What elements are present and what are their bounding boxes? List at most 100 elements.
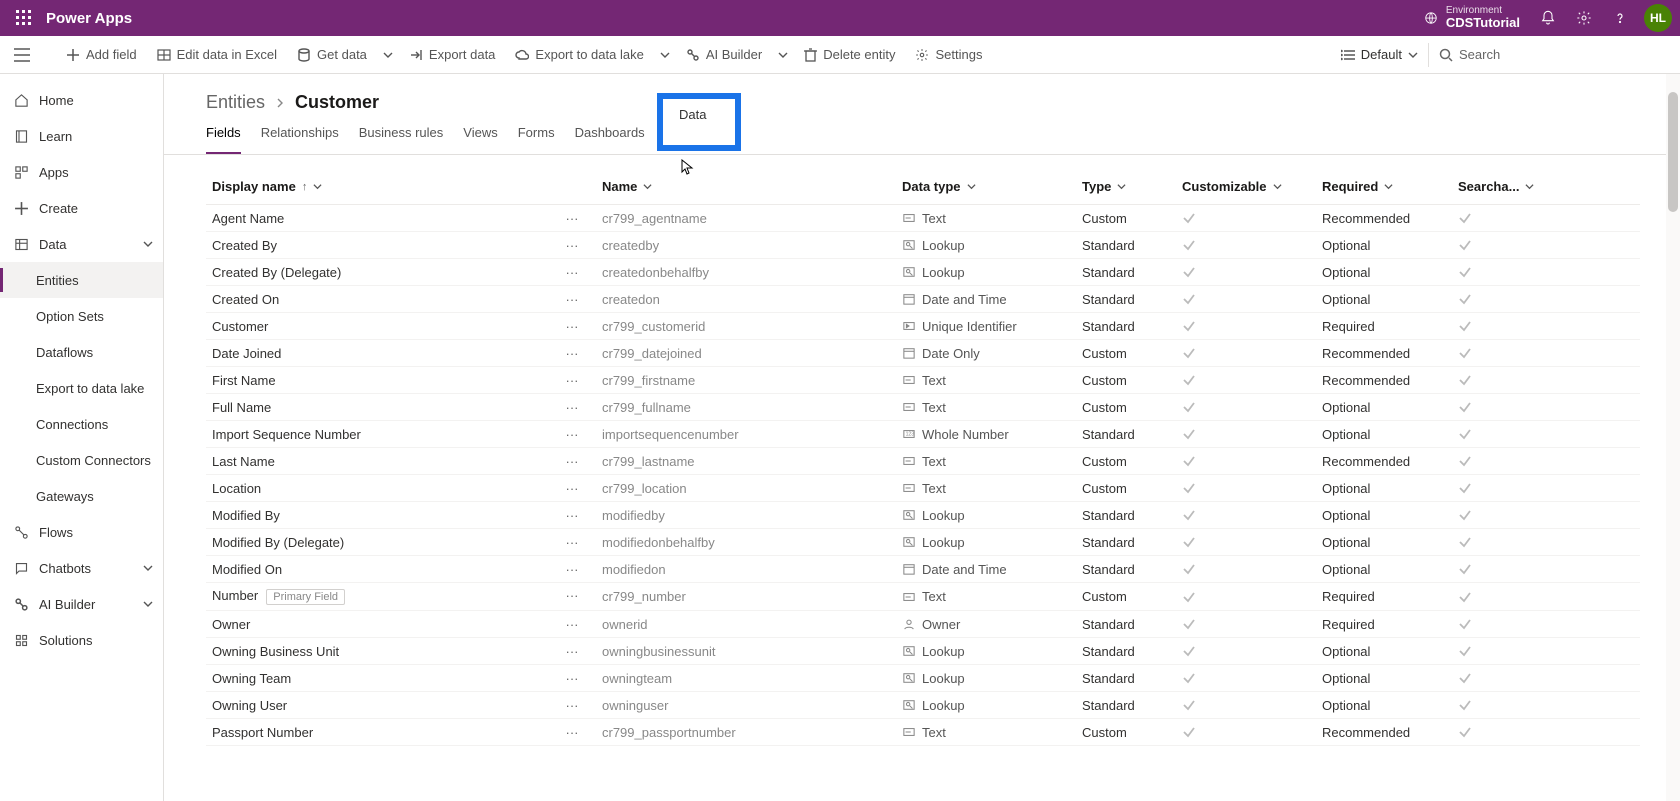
nav-custom-connectors[interactable]: Custom Connectors — [0, 442, 163, 478]
edit-data-excel-button[interactable]: Edit data in Excel — [147, 36, 287, 73]
table-row[interactable]: Import Sequence Number···importsequencen… — [206, 421, 1640, 448]
nav-collapse-button[interactable] — [0, 36, 44, 74]
row-more-button[interactable]: ··· — [558, 427, 586, 442]
row-more-button[interactable]: ··· — [558, 265, 586, 280]
tab-forms[interactable]: Forms — [518, 121, 555, 154]
cell-customizable — [1176, 232, 1316, 259]
nav-chatbots[interactable]: Chatbots — [0, 550, 163, 586]
breadcrumb-root[interactable]: Entities — [206, 92, 265, 113]
export-data-button[interactable]: Export data — [399, 36, 506, 73]
table-row[interactable]: Date Joined···cr799_datejoinedDate OnlyC… — [206, 340, 1640, 367]
row-more-button[interactable]: ··· — [558, 319, 586, 334]
app-launcher-button[interactable] — [8, 2, 40, 34]
row-more-button[interactable]: ··· — [558, 588, 586, 603]
table-row[interactable]: Modified On···modifiedonDate and TimeSta… — [206, 556, 1640, 583]
tab-keys[interactable]: Ke — [723, 121, 739, 154]
delete-entity-button[interactable]: Delete entity — [794, 36, 905, 73]
table-row[interactable]: Full Name···cr799_fullnameTextCustomOpti… — [206, 394, 1640, 421]
notifications-button[interactable] — [1530, 0, 1566, 36]
row-more-button[interactable]: ··· — [558, 481, 586, 496]
table-row[interactable]: Modified By (Delegate)···modifiedonbehal… — [206, 529, 1640, 556]
nav-option-sets[interactable]: Option Sets — [0, 298, 163, 334]
user-avatar[interactable]: HL — [1644, 4, 1672, 32]
get-data-dropdown[interactable] — [377, 36, 399, 73]
ai-builder-button[interactable]: AI Builder — [676, 36, 772, 73]
database-icon — [297, 48, 311, 62]
nav-ai-builder[interactable]: AI Builder — [0, 586, 163, 622]
col-header-required[interactable]: Required — [1316, 169, 1452, 205]
col-header-name[interactable]: Name — [596, 169, 896, 205]
row-more-button[interactable]: ··· — [558, 211, 586, 226]
col-header-customizable[interactable]: Customizable — [1176, 169, 1316, 205]
add-field-button[interactable]: Add field — [56, 36, 147, 73]
table-row[interactable]: Customer···cr799_customeridUnique Identi… — [206, 313, 1640, 340]
export-lake-button[interactable]: Export to data lake — [505, 36, 653, 73]
table-row[interactable]: Location···cr799_locationTextCustomOptio… — [206, 475, 1640, 502]
nav-dataflows[interactable]: Dataflows — [0, 334, 163, 370]
cloud-icon — [515, 48, 529, 62]
tab-views[interactable]: Views — [463, 121, 497, 154]
tab-business-rules[interactable]: Business rules — [359, 121, 444, 154]
svg-text:123: 123 — [906, 432, 915, 438]
tab-dashboards[interactable]: Dashboards — [575, 121, 645, 154]
tab-relationships[interactable]: Relationships — [261, 121, 339, 154]
environment-picker[interactable]: Environment CDSTutorial — [1424, 5, 1520, 30]
nav-apps[interactable]: Apps — [0, 154, 163, 190]
row-more-button[interactable]: ··· — [558, 454, 586, 469]
nav-flows[interactable]: Flows — [0, 514, 163, 550]
nav-data[interactable]: Data — [0, 226, 163, 262]
settings-button[interactable] — [1566, 0, 1602, 36]
row-more-button[interactable]: ··· — [558, 671, 586, 686]
scrollbar-thumb[interactable] — [1668, 92, 1678, 212]
row-more-button[interactable]: ··· — [558, 400, 586, 415]
row-more-button[interactable]: ··· — [558, 292, 586, 307]
check-icon — [1182, 508, 1196, 522]
tab-charts[interactable]: Charts — [665, 121, 703, 154]
row-more-button[interactable]: ··· — [558, 535, 586, 550]
table-row[interactable]: Created On···createdonDate and TimeStand… — [206, 286, 1640, 313]
table-row[interactable]: Agent Name···cr799_agentnameTextCustomRe… — [206, 205, 1640, 232]
nav-export-lake[interactable]: Export to data lake — [0, 370, 163, 406]
table-row[interactable]: Created By (Delegate)···createdonbehalfb… — [206, 259, 1640, 286]
row-more-button[interactable]: ··· — [558, 562, 586, 577]
nav-learn[interactable]: Learn — [0, 118, 163, 154]
row-more-button[interactable]: ··· — [558, 346, 586, 361]
nav-gateways[interactable]: Gateways — [0, 478, 163, 514]
table-row[interactable]: Owning Team···owningteamLookupStandardOp… — [206, 665, 1640, 692]
view-selector[interactable]: Default — [1331, 47, 1428, 62]
table-row[interactable]: First Name···cr799_firstnameTextCustomRe… — [206, 367, 1640, 394]
nav-entities[interactable]: Entities — [0, 262, 163, 298]
table-row[interactable]: Owner···owneridOwnerStandardRequired — [206, 611, 1640, 638]
row-more-button[interactable]: ··· — [558, 617, 586, 632]
row-more-button[interactable]: ··· — [558, 644, 586, 659]
export-lake-dropdown[interactable] — [654, 36, 676, 73]
row-more-button[interactable]: ··· — [558, 698, 586, 713]
row-more-button[interactable]: ··· — [558, 373, 586, 388]
table-row[interactable]: Created By···createdbyLookupStandardOpti… — [206, 232, 1640, 259]
main-scrollbar[interactable] — [1666, 74, 1680, 801]
col-header-type[interactable]: Type — [1076, 169, 1176, 205]
table-row[interactable]: NumberPrimary Field···cr799_numberTextCu… — [206, 583, 1640, 611]
check-icon — [1458, 481, 1472, 495]
nav-create[interactable]: Create — [0, 190, 163, 226]
col-header-data-type[interactable]: Data type — [896, 169, 1076, 205]
table-row[interactable]: Last Name···cr799_lastnameTextCustomReco… — [206, 448, 1640, 475]
row-more-button[interactable]: ··· — [558, 508, 586, 523]
nav-connections[interactable]: Connections — [0, 406, 163, 442]
settings-command-button[interactable]: Settings — [905, 36, 992, 73]
row-more-button[interactable]: ··· — [558, 238, 586, 253]
col-header-display-name[interactable]: Display name↑ — [206, 169, 596, 205]
table-row[interactable]: Modified By···modifiedbyLookupStandardOp… — [206, 502, 1640, 529]
search-input[interactable]: Search — [1428, 43, 1668, 67]
table-row[interactable]: Owning User···owninguserLookupStandardOp… — [206, 692, 1640, 719]
nav-solutions[interactable]: Solutions — [0, 622, 163, 658]
nav-home[interactable]: Home — [0, 82, 163, 118]
get-data-button[interactable]: Get data — [287, 36, 377, 73]
col-header-searchable[interactable]: Searcha... — [1452, 169, 1640, 205]
ai-builder-dropdown[interactable] — [772, 36, 794, 73]
row-more-button[interactable]: ··· — [558, 725, 586, 740]
help-button[interactable] — [1602, 0, 1638, 36]
table-row[interactable]: Passport Number···cr799_passportnumberTe… — [206, 719, 1640, 746]
table-row[interactable]: Owning Business Unit···owningbusinessuni… — [206, 638, 1640, 665]
tab-fields[interactable]: Fields — [206, 121, 241, 154]
